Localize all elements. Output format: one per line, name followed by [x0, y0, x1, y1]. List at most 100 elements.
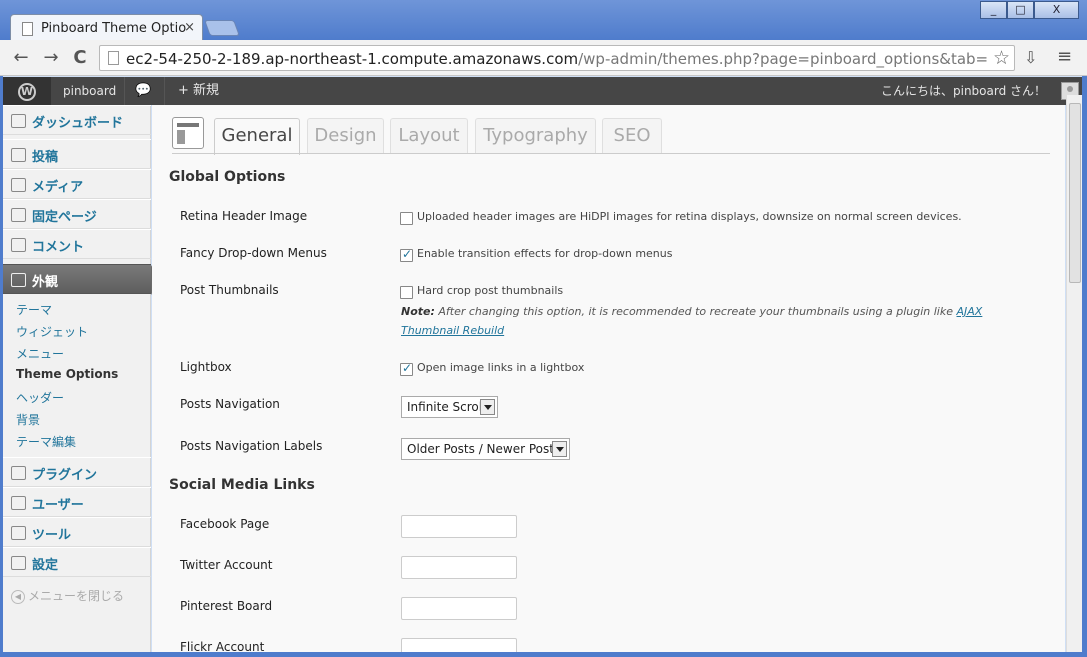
twitter-label: Twitter Account: [180, 558, 273, 572]
menu-label: 外観: [32, 275, 59, 290]
menu-label: 固定ページ: [32, 210, 97, 225]
forward-arrow-icon[interactable]: →: [40, 47, 62, 69]
post-thumbnails-label: Post Thumbnails: [180, 283, 279, 297]
pages-icon: [11, 208, 26, 222]
chrome-menu-icon[interactable]: ≡: [1057, 46, 1072, 67]
tab-layout[interactable]: Layout: [390, 118, 468, 154]
browser-titlebar: Pinboard Theme Option × _ □ X: [0, 0, 1087, 42]
posts-navigation-select[interactable]: Infinite Scroll: [401, 396, 498, 418]
pinterest-input[interactable]: [401, 597, 517, 620]
lightbox-label: Lightbox: [180, 360, 232, 374]
pin-icon: [11, 148, 26, 162]
bookmark-star-icon[interactable]: ☆: [993, 47, 1010, 69]
fancy-menus-label: Fancy Drop-down Menus: [180, 246, 327, 260]
submenu-theme-editor[interactable]: テーマ編集: [16, 433, 76, 450]
fancy-menus-checkbox[interactable]: [400, 247, 413, 262]
tab-seo[interactable]: SEO: [602, 118, 662, 154]
plugin-icon: [11, 466, 26, 480]
home-icon: [11, 114, 26, 128]
admin-menu: ダッシュボード 投稿 メディア 固定ページ コメント 外観 テーマ ウィジェット…: [3, 105, 160, 652]
twitter-input[interactable]: [401, 556, 517, 579]
menu-users[interactable]: ユーザー: [3, 487, 151, 517]
flickr-label: Flickr Account: [180, 640, 265, 652]
tab-typography[interactable]: Typography: [475, 118, 596, 154]
site-name-link[interactable]: pinboard: [63, 77, 116, 105]
tools-icon: [11, 526, 26, 540]
facebook-input[interactable]: [401, 515, 517, 538]
menu-dashboard[interactable]: ダッシュボード: [3, 105, 151, 135]
theme-options-page: General Design Layout Typography SEO Glo…: [152, 105, 1065, 652]
minimize-button[interactable]: _: [980, 1, 1007, 19]
social-media-heading: Social Media Links: [169, 477, 315, 493]
post-thumbnails-checkbox-label[interactable]: Hard crop post thumbnails: [417, 284, 563, 297]
submenu-theme-options[interactable]: Theme Options: [16, 367, 118, 381]
scrollbar-thumb[interactable]: [1069, 103, 1081, 283]
new-content-link[interactable]: + 新規: [178, 77, 219, 105]
browser-toolbar: ← → C ec2-54-250-2-189.ap-northeast-1.co…: [0, 40, 1087, 76]
menu-label: メディア: [32, 180, 84, 195]
menu-media[interactable]: メディア: [3, 169, 151, 199]
retina-checkbox[interactable]: [400, 212, 413, 225]
comment-icon: [11, 238, 26, 252]
posts-navigation-label: Posts Navigation: [180, 397, 280, 411]
browser-tab[interactable]: Pinboard Theme Option ×: [10, 14, 203, 42]
submenu-widgets[interactable]: ウィジェット: [16, 323, 88, 340]
lightbox-checkbox-label[interactable]: Open image links in a lightbox: [417, 361, 584, 374]
url-text[interactable]: ec2-54-250-2-189.ap-northeast-1.compute.…: [126, 50, 988, 68]
submenu-header[interactable]: ヘッダー: [16, 389, 64, 406]
maximize-button[interactable]: □: [1007, 1, 1034, 19]
greeting-text[interactable]: こんにちは、pinboard さん！: [881, 77, 1046, 105]
download-icon[interactable]: ⇩: [1024, 48, 1037, 67]
window-controls: _ □ X: [980, 1, 1079, 19]
close-tab-icon[interactable]: ×: [184, 20, 195, 35]
settings-icon: [11, 556, 26, 570]
separator: [164, 77, 165, 105]
note-bold: Note:: [401, 305, 435, 318]
collapse-arrow-icon: ◀: [11, 589, 25, 604]
menu-label: ユーザー: [32, 498, 84, 513]
url-path: /wp-admin/themes.php?page=pinboard_optio…: [578, 50, 988, 68]
new-tab-button[interactable]: [204, 20, 240, 36]
media-icon: [11, 178, 26, 192]
back-arrow-icon[interactable]: ←: [10, 47, 32, 69]
tab-title: Pinboard Theme Option: [41, 21, 186, 36]
menu-appearance[interactable]: 外観: [3, 264, 160, 295]
collapse-menu-button[interactable]: ◀ メニューを閉じる: [11, 587, 124, 604]
flickr-input[interactable]: [401, 638, 517, 652]
posts-navigation-labels-select[interactable]: Older Posts / Newer Posts: [401, 438, 570, 460]
note-text: After changing this option, it is recomm…: [434, 305, 957, 318]
separator: [124, 77, 125, 105]
menu-posts[interactable]: 投稿: [3, 139, 151, 169]
lightbox-checkbox[interactable]: [400, 361, 413, 376]
url-host: ec2-54-250-2-189.ap-northeast-1.compute.…: [126, 50, 579, 68]
close-window-button[interactable]: X: [1034, 1, 1079, 19]
tab-general[interactable]: General: [214, 118, 300, 155]
dropdown-arrow-icon[interactable]: [480, 399, 495, 415]
tab-design[interactable]: Design: [307, 118, 384, 154]
window-border: [0, 652, 1087, 657]
wordpress-logo-icon[interactable]: W: [3, 77, 51, 105]
address-bar[interactable]: ec2-54-250-2-189.ap-northeast-1.compute.…: [99, 45, 1015, 71]
thumbnail-note: Note: After changing this option, it is …: [401, 302, 1011, 340]
submenu-themes[interactable]: テーマ: [16, 301, 52, 318]
menu-label: プラグイン: [32, 468, 98, 483]
dropdown-arrow-icon[interactable]: [552, 441, 567, 457]
menu-comments[interactable]: コメント: [3, 229, 151, 259]
submenu-menus[interactable]: メニュー: [16, 345, 64, 362]
menu-label: コメント: [32, 240, 85, 255]
post-thumbnails-checkbox[interactable]: [400, 286, 413, 299]
menu-tools[interactable]: ツール: [3, 517, 151, 547]
comments-icon[interactable]: 💬: [135, 77, 151, 105]
page-scrollbar[interactable]: [1066, 95, 1082, 652]
reload-icon[interactable]: C: [69, 47, 91, 69]
menu-plugins[interactable]: プラグイン: [3, 457, 151, 487]
tabs-divider: [172, 153, 1050, 154]
retina-checkbox-label[interactable]: Uploaded header images are HiDPI images …: [417, 210, 962, 223]
menu-label: 設定: [32, 558, 59, 573]
menu-pages[interactable]: 固定ページ: [3, 199, 151, 229]
fancy-menus-checkbox-label[interactable]: Enable transition effects for drop-down …: [417, 247, 672, 260]
collapse-label: メニューを閉じる: [28, 589, 125, 603]
submenu-background[interactable]: 背景: [16, 411, 40, 428]
pinterest-label: Pinterest Board: [180, 599, 273, 613]
menu-settings[interactable]: 設定: [3, 547, 151, 577]
